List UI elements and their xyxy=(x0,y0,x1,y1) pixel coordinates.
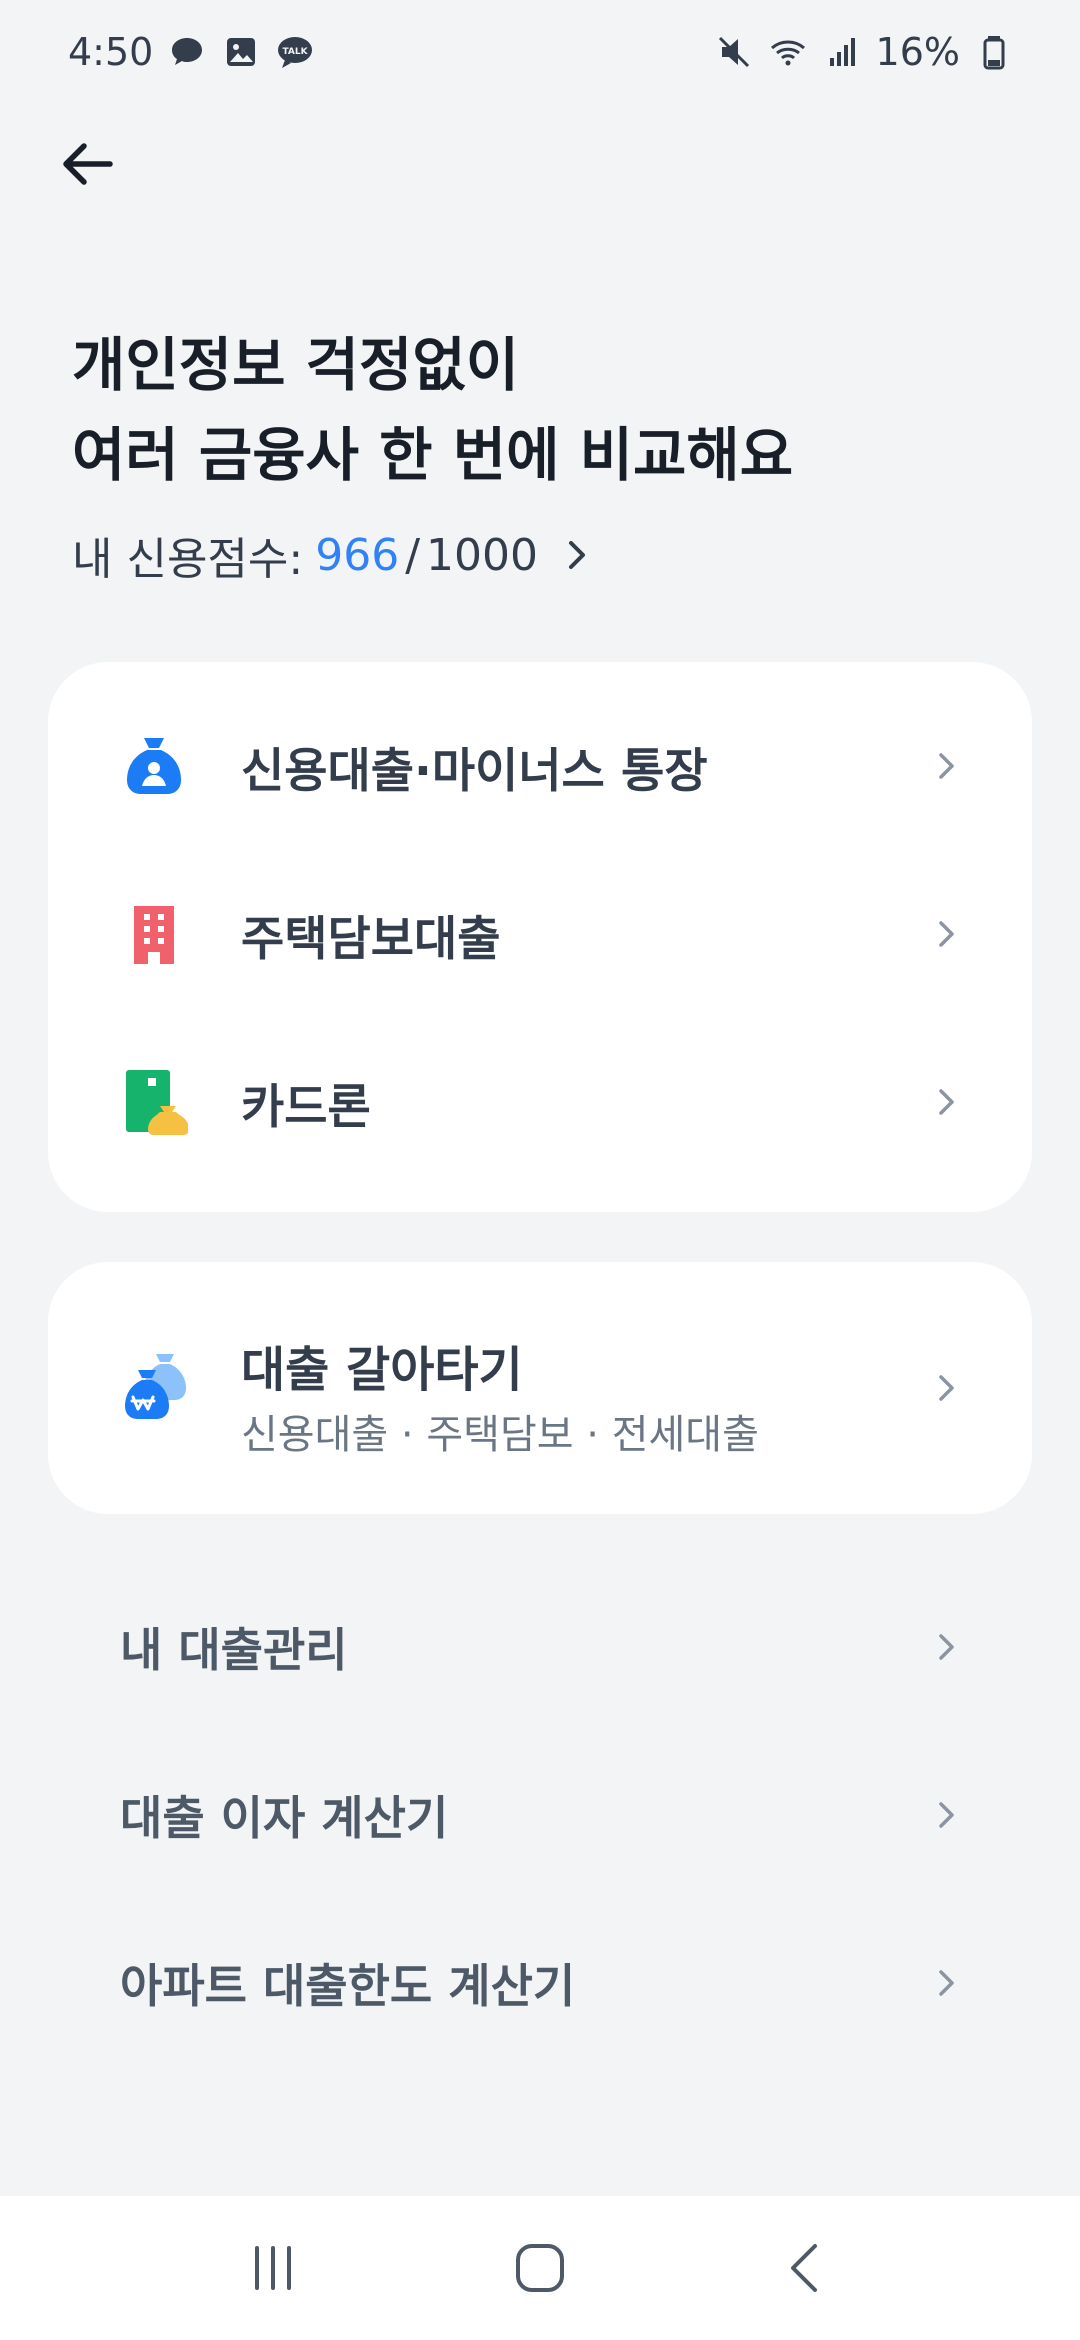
back-button[interactable] xyxy=(48,124,128,204)
credit-score-label: 내 신용점수: xyxy=(72,534,304,585)
chevron-right-icon xyxy=(569,541,586,569)
building-icon xyxy=(134,906,174,964)
nav-home-button[interactable] xyxy=(495,2223,585,2313)
refinance-subtitle: 신용대출 · 주택담보 · 전세대출 xyxy=(241,1412,759,1458)
chevron-right-icon xyxy=(939,1375,954,1401)
loan-item-label: 주택담보대출 xyxy=(241,911,501,967)
chevron-right-icon xyxy=(939,753,954,779)
menu-item-my-loans[interactable]: 내 대출관리 xyxy=(48,1572,1032,1722)
loan-item-label: 카드론 xyxy=(241,1079,371,1135)
menu-item-interest-calculator[interactable]: 대출 이자 계산기 xyxy=(48,1740,1032,1890)
nav-recents-button[interactable] xyxy=(228,2223,318,2313)
loan-item-credit[interactable]: 신용대출·마이너스 통장 xyxy=(48,682,1032,850)
back-icon xyxy=(790,2244,817,2292)
title-line-2: 여러 금융사 한 번에 비교해요 xyxy=(72,421,794,489)
status-left: 4:50 TALK xyxy=(68,30,315,74)
chevron-right-icon xyxy=(939,1089,954,1115)
home-icon xyxy=(515,2244,564,2292)
loan-item-mortgage[interactable]: 주택담보대출 xyxy=(48,850,1032,1018)
recents-icon xyxy=(255,2246,292,2290)
page-title: 개인정보 걱정없이 여러 금융사 한 번에 비교해요 xyxy=(72,320,972,500)
status-right: 16% xyxy=(714,30,1014,74)
menu-item-label: 아파트 대출한도 계산기 xyxy=(120,1959,576,2013)
won-bag-icon xyxy=(125,1354,186,1419)
chevron-right-icon xyxy=(939,1634,954,1660)
refinance-title: 대출 갈아타기 xyxy=(241,1342,523,1398)
chevron-right-icon xyxy=(939,1970,954,1996)
credit-score-link[interactable]: 내 신용점수: 966 / 1000 xyxy=(72,522,592,588)
title-line-1: 개인정보 걱정없이 xyxy=(72,331,520,399)
talk-icon: TALK xyxy=(275,32,315,72)
mute-icon xyxy=(714,32,754,72)
wifi-icon xyxy=(768,32,808,72)
card-coin-icon xyxy=(126,1070,188,1135)
credit-score-value: 966 xyxy=(315,529,400,581)
chat-bubble-icon xyxy=(167,32,207,72)
refinance-card[interactable]: 대출 갈아타기 신용대출 · 주택담보 · 전세대출 xyxy=(48,1262,1032,1514)
credit-score-max: 1000 xyxy=(426,529,539,581)
nav-back-button[interactable] xyxy=(762,2223,852,2313)
loan-products-card: 신용대출·마이너스 통장 주택담보대출 카드론 xyxy=(48,662,1032,1212)
signal-icon xyxy=(822,32,862,72)
battery-icon xyxy=(974,32,1014,72)
loan-item-cardloan[interactable]: 카드론 xyxy=(48,1018,1032,1186)
loan-item-label: 신용대출·마이너스 통장 xyxy=(241,743,708,799)
menu-item-apartment-limit-calculator[interactable]: 아파트 대출한도 계산기 xyxy=(48,1908,1032,2058)
battery-percent: 16% xyxy=(875,30,960,74)
image-icon xyxy=(221,32,261,72)
money-bag-person-icon xyxy=(127,738,181,794)
chevron-right-icon xyxy=(939,1802,954,1828)
status-bar: 4:50 TALK 16% xyxy=(0,0,1080,104)
svg-text:TALK: TALK xyxy=(283,47,309,57)
menu-item-label: 대출 이자 계산기 xyxy=(120,1791,449,1845)
credit-score-separator: / xyxy=(405,529,421,581)
menu-item-label: 내 대출관리 xyxy=(120,1623,348,1677)
arrow-left-icon xyxy=(63,143,113,185)
system-nav-bar xyxy=(0,2196,1080,2340)
status-time: 4:50 xyxy=(68,30,154,74)
chevron-right-icon xyxy=(939,921,954,947)
